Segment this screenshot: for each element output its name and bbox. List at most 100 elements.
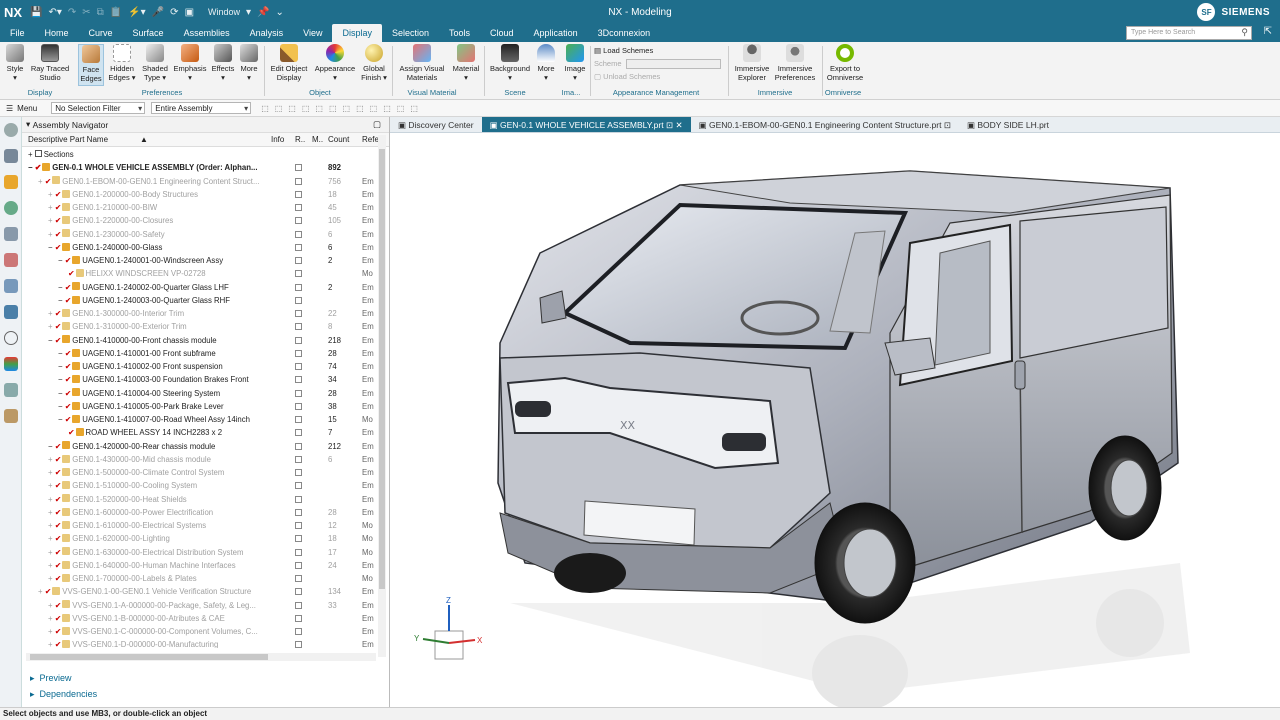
visibility-check-icon[interactable]: ✔	[45, 177, 52, 186]
paste-icon[interactable]: 📋	[110, 7, 122, 18]
visibility-check-icon[interactable]: ✔	[55, 561, 62, 570]
expand-toggle-icon[interactable]: +	[38, 177, 45, 186]
menu-tab-display[interactable]: Display	[332, 24, 382, 42]
tree-row[interactable]: + ✔ GEN0.1-220000-00-Closures 105 Em	[22, 214, 382, 227]
info-icon[interactable]	[295, 455, 302, 463]
tree-row[interactable]: − ✔ UAGEN0.1-240001-00-Windscreen Assy 2 Em	[22, 254, 382, 267]
visibility-check-icon[interactable]: ✔	[55, 495, 62, 504]
tree-row[interactable]: + ✔ GEN0.1-500000-00-Climate Control Syst…	[22, 466, 382, 479]
expand-toggle-icon[interactable]: +	[48, 216, 55, 225]
visibility-check-icon[interactable]: ✔	[65, 283, 72, 292]
info-icon[interactable]	[295, 164, 302, 172]
expand-toggle-icon[interactable]: +	[48, 534, 55, 543]
scroll-thumb[interactable]	[30, 654, 268, 660]
expand-toggle-icon[interactable]: −	[58, 415, 65, 424]
visibility-check-icon[interactable]: ✔	[45, 587, 52, 596]
info-icon[interactable]	[295, 230, 302, 238]
tree-row[interactable]: − ✔ GEN0.1-410000-00-Front chassis module…	[22, 334, 382, 347]
visibility-check-icon[interactable]: ✔	[55, 442, 62, 451]
info-icon[interactable]	[295, 217, 302, 225]
hidden-edges-button[interactable]: Hidden Edges ▾	[108, 44, 136, 82]
tree-row[interactable]: + ✔ GEN0.1-310000-00-Exterior Trim 8 Em	[22, 320, 382, 333]
navigator-maximize-icon[interactable]: ▢	[373, 119, 381, 130]
info-icon[interactable]	[295, 508, 302, 516]
tree-row[interactable]: + ✔ GEN0.1-630000-00-Electrical Distribut…	[22, 546, 382, 559]
folder-icon[interactable]	[34, 150, 42, 158]
info-icon[interactable]	[295, 349, 302, 357]
selection-filter-dropdown[interactable]: No Selection Filter	[51, 102, 146, 114]
visibility-check-icon[interactable]: ✔	[55, 574, 62, 583]
ribbon-options-icon[interactable]: ⇱	[1264, 26, 1272, 37]
info-icon[interactable]	[295, 363, 302, 370]
save-icon[interactable]: 💾	[30, 7, 42, 18]
expand-toggle-icon[interactable]: −	[28, 163, 35, 172]
expand-toggle-icon[interactable]: +	[48, 561, 55, 570]
menu-tab-assemblies[interactable]: Assemblies	[174, 24, 240, 42]
close-icon[interactable]: ✕	[675, 120, 682, 130]
expand-toggle-icon[interactable]: −	[58, 389, 65, 398]
col-read-only[interactable]: R..	[295, 135, 305, 144]
appearance-button[interactable]: Appearance ▾	[314, 44, 356, 82]
info-icon[interactable]	[295, 177, 302, 185]
visibility-check-icon[interactable]: ✔	[55, 627, 62, 636]
window-menu[interactable]: Window	[208, 7, 240, 17]
edit-object-display-button[interactable]: Edit Object Display	[268, 44, 310, 82]
undo-icon[interactable]: ↶▾	[48, 7, 61, 18]
tree-row[interactable]: − ✔ UAGEN0.1-410001-00 Front subframe 28 Em	[22, 347, 382, 360]
visibility-check-icon[interactable]: ✔	[55, 336, 62, 345]
scheme-select[interactable]: Scheme	[594, 58, 724, 70]
scroll-thumb[interactable]	[379, 149, 385, 589]
expand-toggle-icon[interactable]: +	[48, 203, 55, 212]
reuse-library-icon[interactable]	[3, 227, 18, 241]
expand-toggle-icon[interactable]: +	[48, 322, 55, 331]
expand-toggle-icon[interactable]: +	[48, 574, 55, 583]
menu-tab-home[interactable]: Home	[35, 24, 79, 42]
navigator-collapse-icon[interactable]: ▾	[26, 119, 33, 130]
cut-icon[interactable]: ✂	[82, 7, 90, 18]
refresh-icon[interactable]: ⟳	[170, 7, 178, 18]
info-icon[interactable]	[295, 482, 302, 490]
visibility-check-icon[interactable]: ✔	[55, 322, 62, 331]
system-scenes-icon[interactable]	[3, 383, 18, 397]
clock-icon[interactable]	[3, 331, 18, 345]
expand-toggle-icon[interactable]: +	[48, 230, 55, 239]
selection-scope-dropdown[interactable]: Entire Assembly	[151, 102, 252, 114]
preview-panel-toggle[interactable]: ▸ Preview	[30, 673, 72, 684]
expand-toggle-icon[interactable]: −	[58, 349, 65, 358]
palettes-icon[interactable]	[3, 409, 18, 423]
expand-toggle-icon[interactable]: +	[48, 190, 55, 199]
menu-tab-analysis[interactable]: Analysis	[240, 24, 294, 42]
window-icon[interactable]: ▣	[185, 7, 194, 18]
info-icon[interactable]	[295, 243, 302, 251]
selection-tools-icon[interactable]: ⬚⬚⬚⬚⬚⬚⬚⬚⬚⬚⬚⬚	[261, 104, 424, 113]
sort-icon[interactable]: ▲	[140, 135, 148, 144]
tree-row[interactable]: + ✔ GEN0.1-610000-00-Electrical Systems 12…	[22, 519, 382, 532]
info-icon[interactable]	[295, 416, 302, 423]
export-to-omniverse-button[interactable]: Export to Omniverse	[824, 44, 866, 82]
visibility-check-icon[interactable]: ✔	[65, 375, 72, 384]
menu-tab-3dconnexion[interactable]: 3Dconnexion	[588, 24, 661, 42]
visibility-check-icon[interactable]: ✔	[55, 521, 62, 530]
info-icon[interactable]	[295, 495, 302, 503]
visibility-check-icon[interactable]: ✔	[68, 269, 75, 278]
visibility-check-icon[interactable]: ✔	[55, 640, 62, 648]
tree-row[interactable]: + ✔ GEN0.1-640000-00-Human Machine Interf…	[22, 559, 382, 572]
expand-toggle-icon[interactable]: +	[48, 309, 55, 318]
visibility-check-icon[interactable]: ✔	[55, 534, 62, 543]
user-avatar[interactable]: SF	[1197, 3, 1216, 21]
expand-toggle-icon[interactable]: +	[48, 627, 55, 636]
part-navigator-icon[interactable]	[3, 149, 18, 163]
info-icon[interactable]	[295, 628, 302, 635]
tree-row[interactable]: − ✔ UAGEN0.1-410004-00 Steering System 28 E…	[22, 387, 382, 400]
more-display-button[interactable]: More ▾	[238, 44, 260, 82]
info-icon[interactable]	[295, 575, 302, 582]
info-icon[interactable]	[295, 469, 302, 476]
shaded-type-button[interactable]: Shaded Type ▾	[140, 44, 170, 82]
info-icon[interactable]	[295, 429, 302, 437]
menu-tab-selection[interactable]: Selection	[382, 24, 439, 42]
visibility-check-icon[interactable]: ✔	[55, 309, 62, 318]
info-icon[interactable]	[295, 402, 302, 410]
expand-toggle-icon[interactable]: +	[48, 548, 55, 557]
tree-row[interactable]: + ✔ GEN0.1-300000-00-Interior Trim 22 Em	[22, 307, 382, 320]
visibility-check-icon[interactable]: ✔	[55, 601, 62, 610]
